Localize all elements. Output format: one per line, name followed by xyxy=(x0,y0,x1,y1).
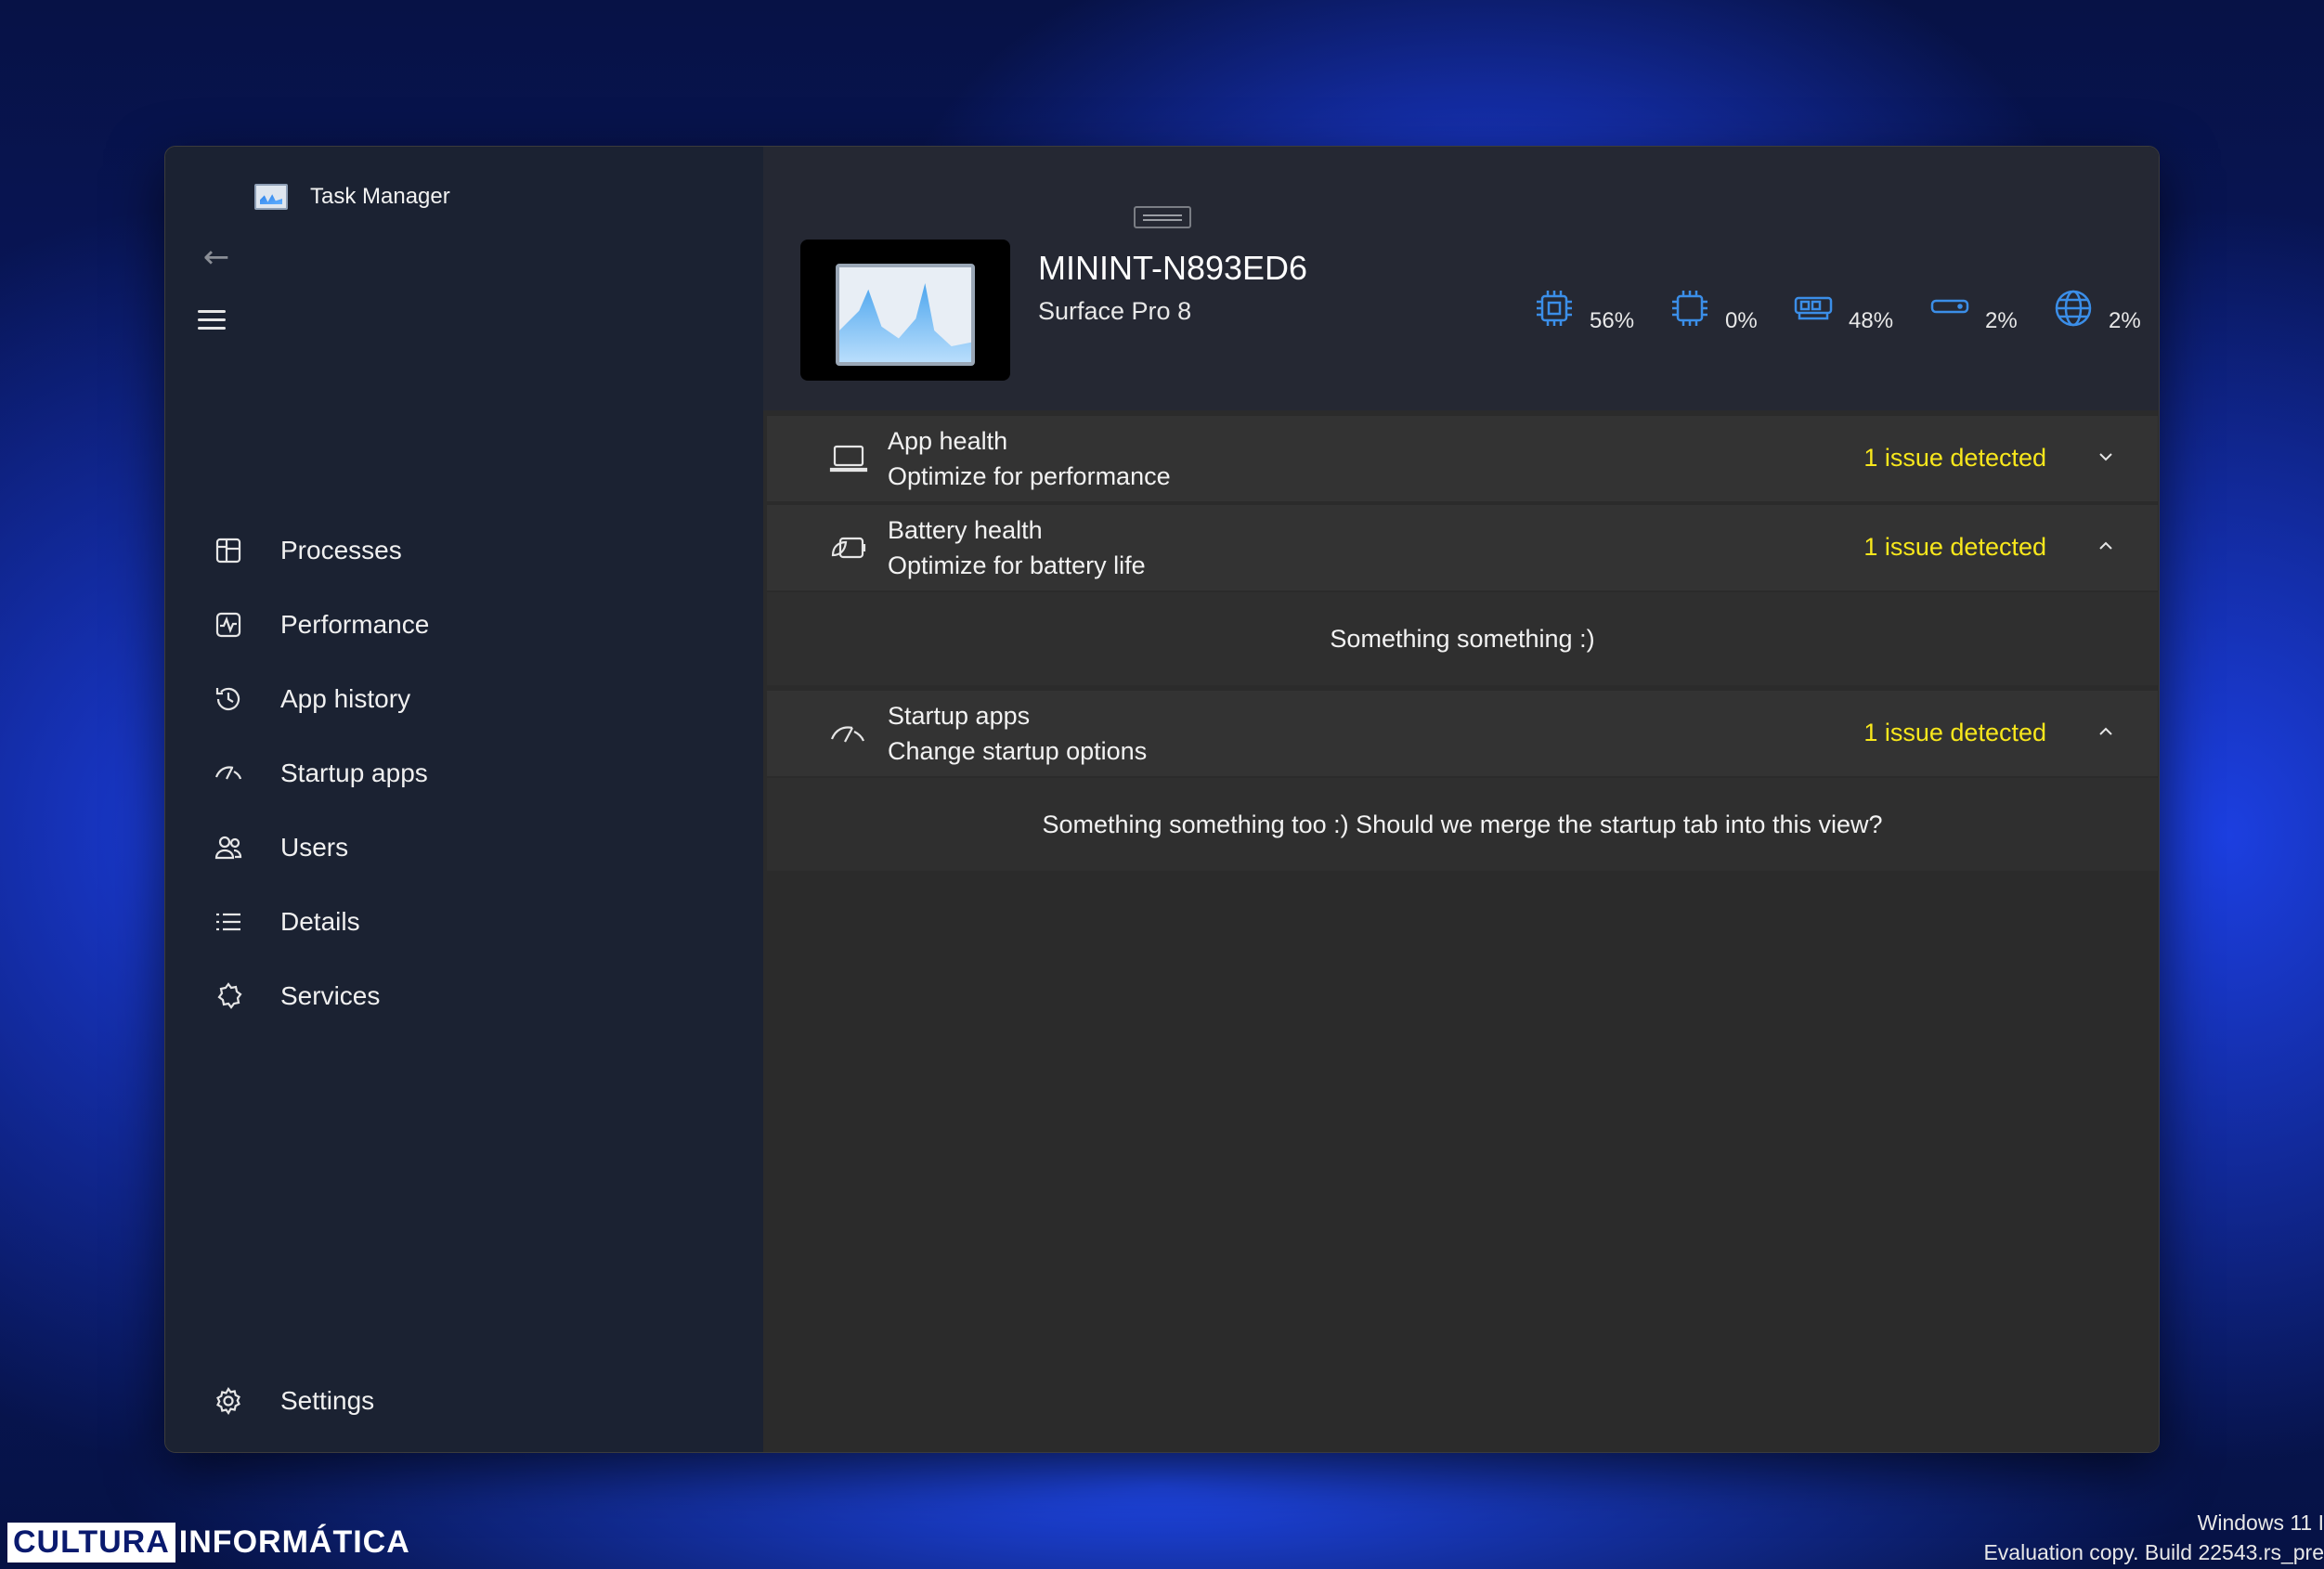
metric-value: 56% xyxy=(1590,308,1635,333)
card-app-health[interactable]: App health Optimize for performance 1 is… xyxy=(767,416,2158,501)
sidebar-item-app-history[interactable]: App history xyxy=(193,667,732,732)
card-subtitle: Change startup options xyxy=(888,737,1148,765)
card-body-text: Something something too :) Should we mer… xyxy=(1042,810,1883,838)
processes-icon xyxy=(210,532,247,569)
disk-icon xyxy=(1930,299,1969,314)
sidebar-item-label: Startup apps xyxy=(280,759,428,787)
task-manager-logo-icon xyxy=(254,184,288,210)
back-button[interactable]: ← xyxy=(193,234,240,280)
card-body-text: Something something :) xyxy=(1330,624,1595,653)
app-title-label: Task Manager xyxy=(310,184,450,209)
brand-part-1: CULTURA xyxy=(7,1523,175,1563)
performance-icon xyxy=(210,606,247,643)
cultura-informatica-logo: CULTURA INFORMÁTICA xyxy=(7,1523,410,1563)
hostname: MININT-N893ED6 xyxy=(1038,249,1308,287)
sidebar-item-label: Performance xyxy=(280,610,430,639)
metric-value: 2% xyxy=(1985,308,2018,333)
laptop-icon xyxy=(828,438,869,479)
metric-network[interactable]: 2% xyxy=(2053,288,2141,333)
metric-disk[interactable]: 2% xyxy=(1929,288,2018,333)
performance-graph-icon xyxy=(836,264,975,366)
card-title: App health xyxy=(888,427,1008,455)
sidebar-item-users[interactable]: Users xyxy=(193,815,732,880)
metric-gpu[interactable]: 0% xyxy=(1669,288,1758,333)
hamburger-icon xyxy=(198,310,226,313)
metric-memory[interactable]: 48% xyxy=(1793,288,1893,333)
card-title: Startup apps xyxy=(888,702,1031,730)
sidebar: Task Manager ← Processes Performance App… xyxy=(165,147,763,1452)
sidebar-item-label: Services xyxy=(280,981,381,1010)
sidebar-item-label: Processes xyxy=(280,536,402,564)
watermark-line-1: Windows 11 I xyxy=(2197,1511,2324,1535)
users-icon xyxy=(210,829,247,866)
chevron-up-icon[interactable] xyxy=(2087,713,2124,750)
cpu-icon xyxy=(1537,291,1572,326)
task-manager-window: Task Manager ← Processes Performance App… xyxy=(164,146,2160,1453)
sidebar-item-startup-apps[interactable]: Startup apps xyxy=(193,741,732,806)
card-startup-apps[interactable]: Startup apps Change startup options 1 is… xyxy=(767,691,2158,776)
memory-icon xyxy=(1794,296,1833,320)
network-globe-icon xyxy=(2055,290,2092,327)
device-thumbnail xyxy=(800,240,1010,381)
card-subtitle: Optimize for performance xyxy=(888,462,1171,490)
card-body-battery: Something something :) xyxy=(767,592,2158,685)
battery-leaf-icon xyxy=(828,527,869,568)
card-battery-health[interactable]: Battery health Optimize for battery life… xyxy=(767,505,2158,590)
main-content: MININT-N893ED6 Surface Pro 8 56% 0% 48% … xyxy=(763,147,2159,1452)
chevron-up-icon[interactable] xyxy=(2087,527,2124,564)
drag-handle-icon[interactable] xyxy=(1134,206,1191,228)
metric-cpu[interactable]: 56% xyxy=(1534,288,1634,333)
sidebar-item-services[interactable]: Services xyxy=(193,964,732,1029)
windows-watermark: Windows 11 I Evaluation copy. Build 2254… xyxy=(1983,1508,2324,1567)
sidebar-item-label: Details xyxy=(280,907,360,936)
sidebar-item-performance[interactable]: Performance xyxy=(193,592,732,657)
gpu-chip-icon xyxy=(1672,291,1707,326)
sidebar-item-details[interactable]: Details xyxy=(193,889,732,954)
services-icon xyxy=(210,978,247,1015)
hamburger-menu-button[interactable] xyxy=(198,305,244,342)
metric-value: 0% xyxy=(1725,308,1758,333)
brand-part-2: INFORMÁTICA xyxy=(178,1524,410,1560)
sidebar-item-processes[interactable]: Processes xyxy=(193,518,732,583)
card-subtitle: Optimize for battery life xyxy=(888,551,1146,579)
history-icon xyxy=(210,681,247,718)
gear-icon xyxy=(210,1382,247,1420)
startup-icon xyxy=(210,755,247,792)
app-title: Task Manager xyxy=(254,184,450,210)
chevron-down-icon[interactable] xyxy=(2087,438,2124,475)
metric-value: 48% xyxy=(1849,308,1894,333)
card-body-startup: Something something too :) Should we mer… xyxy=(767,778,2158,871)
issue-count: 1 issue detected xyxy=(1863,719,2046,746)
card-title: Battery health xyxy=(888,516,1043,544)
device-header: MININT-N893ED6 Surface Pro 8 56% 0% 48% … xyxy=(763,147,2159,410)
metric-value: 2% xyxy=(2109,308,2141,333)
back-arrow-icon: ← xyxy=(202,239,230,276)
device-model: Surface Pro 8 xyxy=(1038,297,1192,325)
issue-count: 1 issue detected xyxy=(1863,444,2046,472)
watermark-line-2: Evaluation copy. Build 22543.rs_pre xyxy=(1983,1540,2324,1564)
sidebar-item-settings[interactable]: Settings xyxy=(193,1368,732,1433)
startup-icon xyxy=(828,713,869,754)
sidebar-item-label: App history xyxy=(280,684,411,713)
settings-label: Settings xyxy=(280,1386,375,1415)
issue-count: 1 issue detected xyxy=(1863,533,2046,561)
sidebar-item-label: Users xyxy=(280,833,349,862)
details-icon xyxy=(210,903,247,940)
